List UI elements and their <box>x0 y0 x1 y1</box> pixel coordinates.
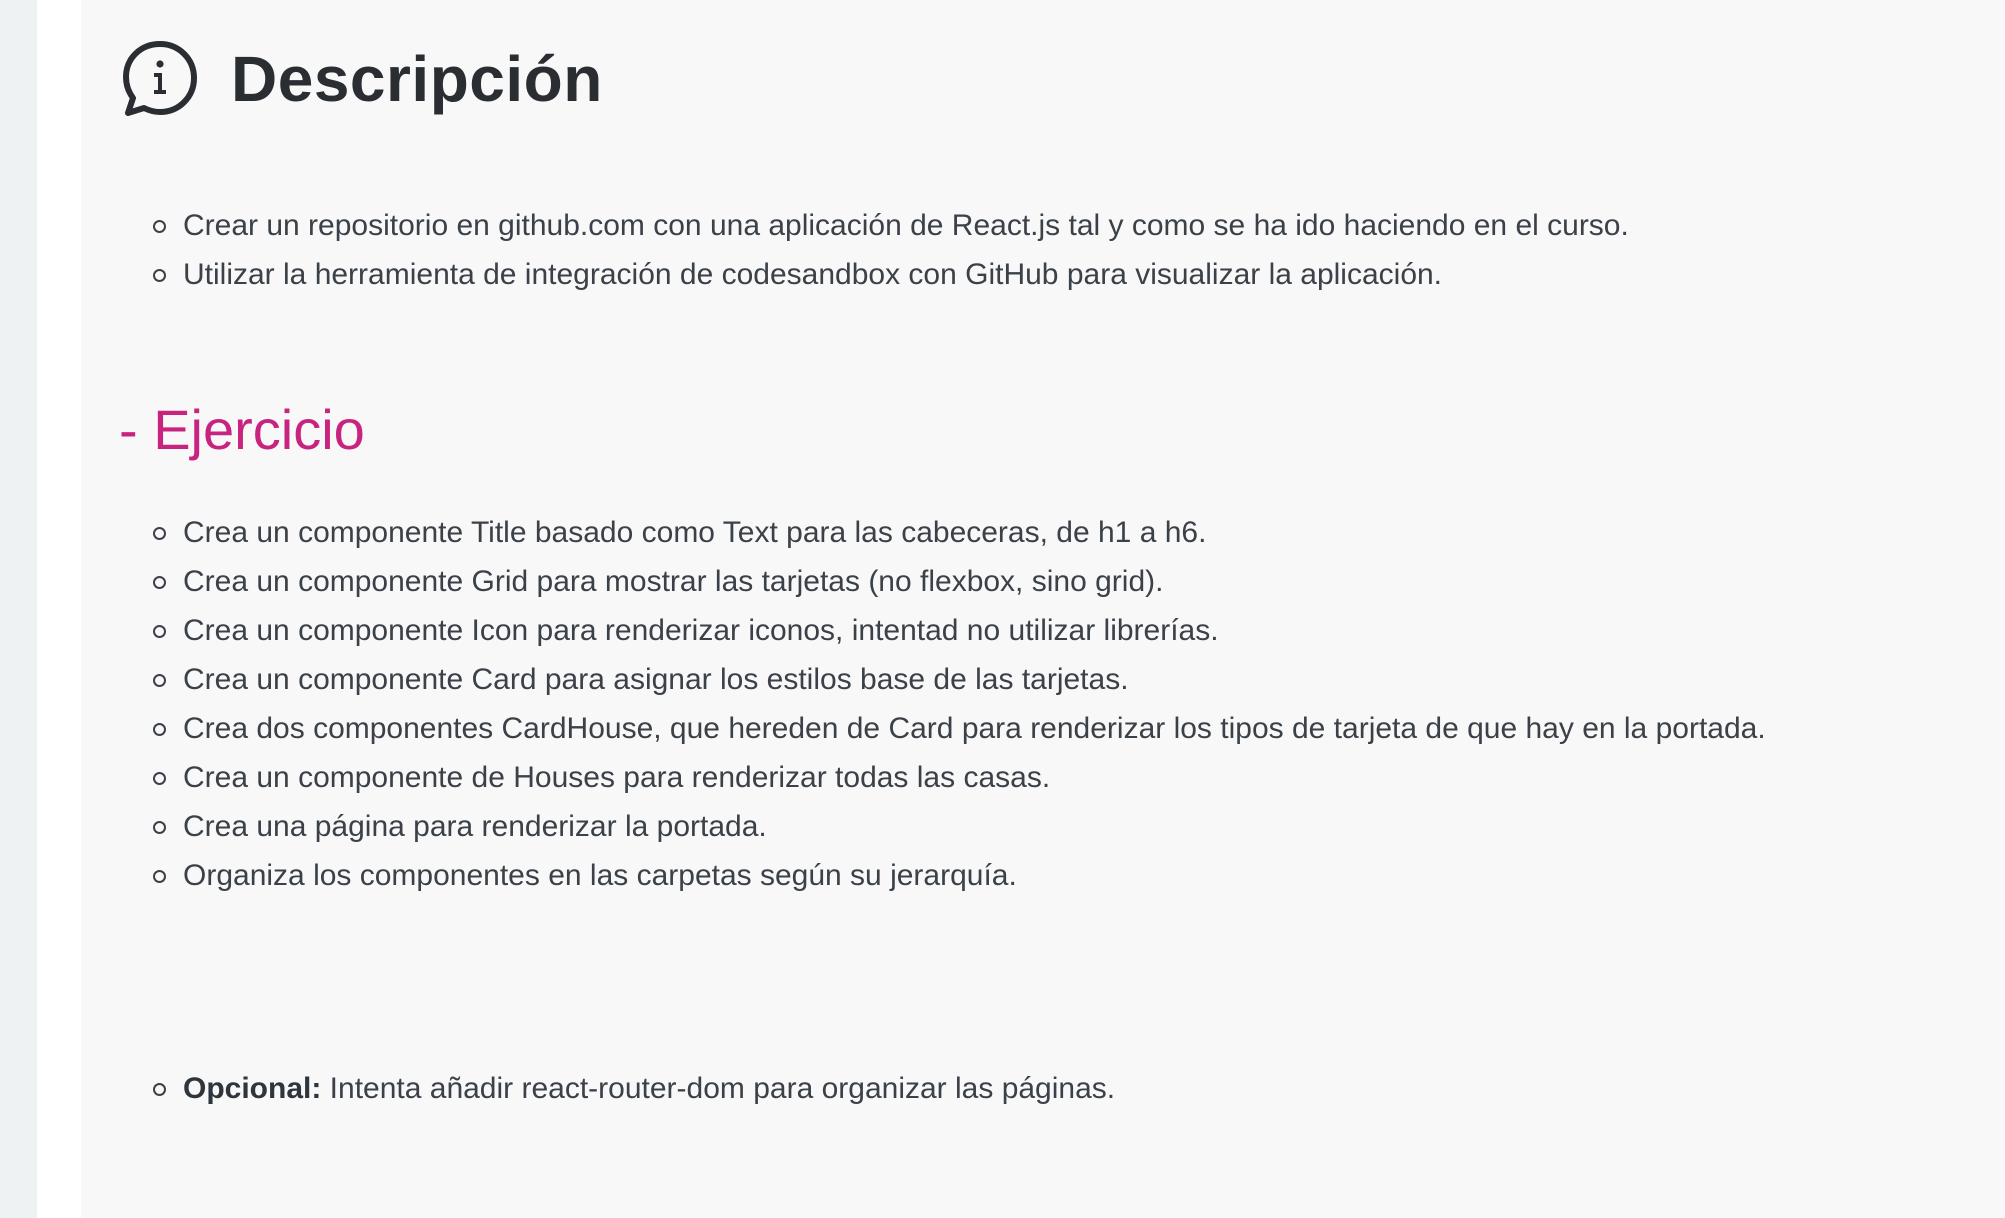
exercise-title: - Ejercicio <box>119 398 365 461</box>
list-item: Crear un repositorio en github.com con u… <box>153 201 1973 250</box>
list-item: Crea un componente de Houses para render… <box>153 753 1973 802</box>
list-item: Crea un componente Title basado como Tex… <box>153 508 1973 557</box>
list-item: Utilizar la herramienta de integración d… <box>153 250 1973 299</box>
left-strip <box>37 0 81 1218</box>
page-title: Descripción <box>231 43 603 115</box>
optional-text: Intenta añadir react-router-dom para org… <box>321 1072 1116 1105</box>
exercise-list: Crea un componente Title basado como Tex… <box>153 508 1973 900</box>
list-item: Crea un componente Card para asignar los… <box>153 655 1973 704</box>
optional-item: Opcional: Intenta añadir react-router-do… <box>153 1064 1973 1113</box>
info-chat-icon <box>123 41 197 116</box>
optional-list: Opcional: Intenta añadir react-router-do… <box>153 1064 1973 1113</box>
left-gutter <box>0 0 37 1218</box>
list-item: Crea una página para renderizar la porta… <box>153 802 1973 851</box>
list-item: Crea dos componentes CardHouse, que here… <box>153 704 1973 753</box>
list-item: Crea un componente Grid para mostrar las… <box>153 557 1973 606</box>
content-panel: Descripción Crear un repositorio en gith… <box>81 0 2005 1218</box>
description-list: Crear un repositorio en github.com con u… <box>153 201 1973 299</box>
optional-label: Opcional: <box>183 1072 322 1105</box>
description-header: Descripción <box>119 38 603 120</box>
list-item: Crea un componente Icon para renderizar … <box>153 606 1973 655</box>
list-item: Organiza los componentes en las carpetas… <box>153 851 1973 900</box>
